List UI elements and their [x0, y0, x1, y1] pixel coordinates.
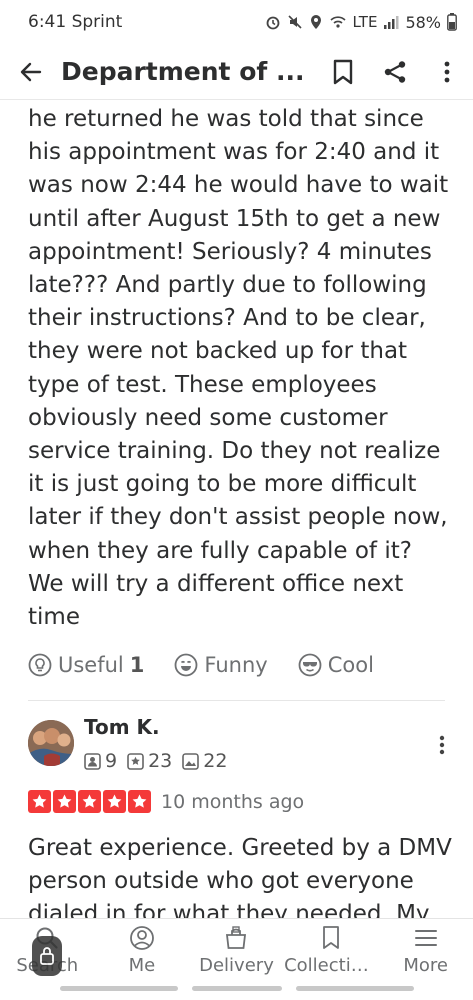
- review-line: it is just going to be more difficult: [28, 471, 417, 498]
- gesture-bar: [0, 978, 473, 1000]
- review-reactions: Useful 1 Funny Cool: [28, 648, 404, 682]
- mute-icon: [287, 14, 303, 30]
- wifi-calling-icon: [329, 14, 347, 30]
- share-icon: [384, 60, 406, 83]
- review-line: he returned he was told that since: [28, 106, 424, 132]
- gesture-pill: [60, 986, 178, 991]
- avatar[interactable]: [28, 720, 74, 766]
- nav-delivery[interactable]: Delivery: [189, 919, 284, 978]
- star-icon: [78, 790, 101, 813]
- reviews-count: 23: [148, 750, 173, 772]
- location-icon: [309, 14, 323, 30]
- star-icon: [103, 790, 126, 813]
- review-more-button[interactable]: [430, 730, 454, 760]
- review-line: their instructions? And to be clear,: [28, 305, 426, 332]
- star-icon: [28, 790, 51, 813]
- app-bar: Department of ...: [0, 44, 473, 100]
- lightbulb-icon: [28, 653, 52, 677]
- status-carrier: Sprint: [71, 12, 123, 32]
- network-type: LTE: [352, 13, 378, 31]
- status-icons: LTE 58%: [265, 13, 458, 32]
- nav-collections-label: Collectio...: [284, 955, 379, 976]
- useful-count: 1: [129, 653, 145, 677]
- bookmark-button[interactable]: [317, 44, 369, 100]
- more-vert-icon: [439, 735, 445, 755]
- funny-button[interactable]: Funny: [174, 653, 268, 677]
- photos-count: 22: [203, 750, 228, 772]
- review-line: later if they don't assist people now,: [28, 504, 448, 531]
- app-bar-actions: [317, 44, 473, 100]
- share-button[interactable]: [369, 44, 421, 100]
- star-icon: [128, 790, 151, 813]
- review-line: late??? And partly due to following: [28, 272, 427, 299]
- sunglasses-face-icon: [298, 653, 322, 677]
- profile-icon: [129, 926, 154, 950]
- review-line: was now 2:44 he would have to wait: [28, 172, 449, 199]
- nav-more-label: More: [403, 955, 448, 976]
- friends-icon: [84, 752, 101, 770]
- photo-icon: [182, 752, 200, 770]
- signal-icon: [383, 15, 399, 29]
- review-line: his appointment was for 2:40 and it: [28, 139, 440, 166]
- status-time: 6:41: [28, 12, 67, 32]
- reviewer-name[interactable]: Tom K.: [84, 715, 160, 739]
- back-button[interactable]: [0, 44, 61, 100]
- menu-icon: [414, 930, 437, 946]
- status-left: 6:41 Sprint: [28, 12, 122, 32]
- bookmark-icon: [323, 926, 339, 949]
- bookmark-icon: [333, 59, 353, 84]
- review-line: until after August 15th to get a new: [28, 205, 441, 232]
- more-vert-icon: [444, 61, 450, 82]
- star-rating: [28, 790, 151, 813]
- friends-stat: 9: [84, 750, 117, 772]
- nav-me-label: Me: [128, 955, 156, 976]
- friends-count: 9: [105, 750, 118, 772]
- review-line: appointment! Seriously? 4 minutes: [28, 238, 432, 265]
- useful-button[interactable]: Useful 1: [28, 653, 144, 677]
- review-line: time: [28, 604, 80, 631]
- nav-collections[interactable]: Collectio...: [284, 919, 379, 978]
- photos-stat: 22: [182, 750, 227, 772]
- review-line: We will try a different office next: [28, 570, 404, 597]
- review-line: dialed in for what they needed. My: [28, 901, 430, 920]
- review-line: person outside who got everyone: [28, 868, 414, 895]
- nav-delivery-label: Delivery: [199, 955, 274, 976]
- review-line: Great experience. Greeted by a DMV: [28, 835, 452, 861]
- back-arrow-icon: [20, 62, 41, 81]
- gesture-pill: [192, 986, 282, 991]
- overflow-menu-button[interactable]: [421, 44, 473, 100]
- rating-row: 10 months ago: [28, 790, 304, 813]
- laughing-face-icon: [175, 653, 198, 677]
- cool-button[interactable]: Cool: [298, 653, 374, 677]
- funny-label: Funny: [204, 653, 268, 677]
- star-icon: [53, 790, 76, 813]
- floating-lock-button[interactable]: [32, 936, 62, 976]
- status-bar: 6:41 Sprint LTE 58%: [0, 0, 473, 44]
- review-line: when they are fully capable of it?: [28, 537, 412, 564]
- review-line: they were not backed up for that: [28, 338, 408, 365]
- reviewer-stats: 9 23 22: [84, 750, 227, 772]
- review-star-icon: [127, 752, 144, 770]
- reviews-stat: 23: [127, 750, 172, 772]
- review-body: he returned he was told that since his a…: [28, 103, 453, 634]
- battery-percent: 58%: [405, 12, 441, 32]
- lock-icon: [40, 947, 54, 965]
- avatar-photo: [28, 720, 74, 766]
- battery-icon: [447, 13, 457, 31]
- useful-label: Useful: [58, 653, 124, 677]
- page-title: Department of ...: [61, 57, 305, 86]
- review-line: obviously need some customer: [28, 404, 388, 431]
- delivery-bag-icon: [226, 926, 247, 949]
- review-line: service training. Do they not realize: [28, 438, 441, 465]
- review-date: 10 months ago: [161, 790, 305, 813]
- nav-me[interactable]: Me: [95, 919, 190, 978]
- alarm-icon: [265, 14, 281, 30]
- review-body: Great experience. Greeted by a DMV perso…: [28, 832, 453, 920]
- bottom-nav: Search Me Delivery Collectio... More: [0, 918, 473, 978]
- gesture-pill: [296, 986, 414, 991]
- cool-label: Cool: [327, 653, 374, 677]
- nav-more[interactable]: More: [378, 919, 473, 978]
- review-line: type of test. These employees: [28, 371, 377, 398]
- review-divider: [28, 700, 445, 701]
